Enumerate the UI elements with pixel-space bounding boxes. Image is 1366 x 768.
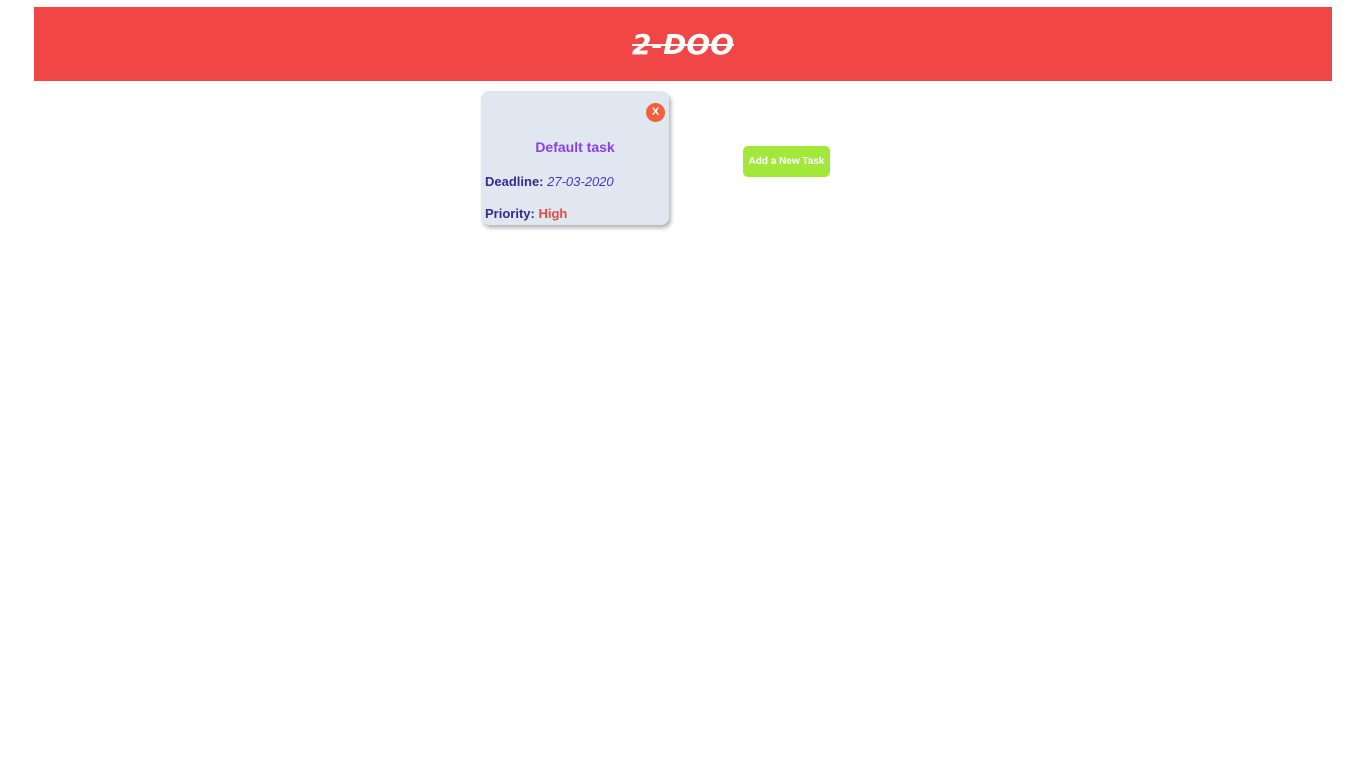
task-deadline: Deadline: 27-03-2020 <box>485 174 614 189</box>
priority-value: High <box>538 206 568 221</box>
task-name: Default task <box>535 139 615 155</box>
task-card: X Default task Deadline: 27-03-2020 Prio… <box>481 91 669 225</box>
delete-task-button[interactable]: X <box>646 103 665 122</box>
app-header: 2-DOO <box>34 7 1332 81</box>
deadline-value: 27-03-2020 <box>547 174 614 189</box>
app-title: 2-DOO <box>632 27 734 61</box>
priority-label: Priority: <box>485 206 535 221</box>
task-priority: Priority: High <box>485 206 567 221</box>
deadline-label: Deadline: <box>485 174 544 189</box>
add-new-task-button[interactable]: Add a New Task <box>743 146 830 177</box>
